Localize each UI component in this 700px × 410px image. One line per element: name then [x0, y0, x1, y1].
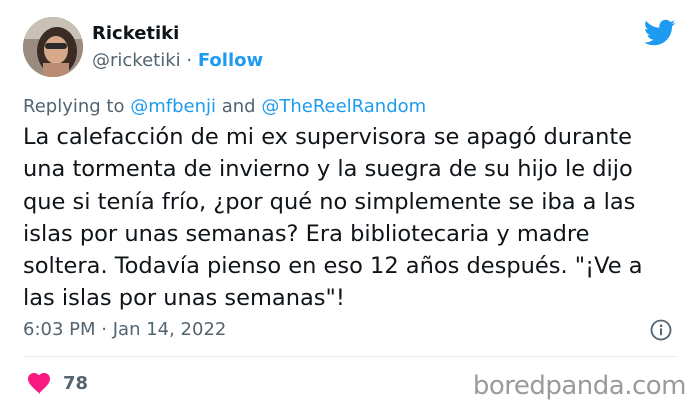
mention-mfbenji[interactable]: @mfbenji: [130, 96, 216, 117]
like-count[interactable]: 78: [63, 373, 88, 394]
tweet-date: Jan 14, 2022: [112, 319, 227, 340]
divider: [23, 356, 677, 357]
follow-button[interactable]: Follow: [198, 50, 263, 71]
replying-conjunction: and: [221, 96, 256, 117]
author-handle[interactable]: @ricketiki: [92, 50, 181, 71]
tweet-text: La calefacción de mi ex supervisora se a…: [23, 124, 643, 312]
author-handle-line: @ricketiki · Follow: [92, 50, 263, 71]
replying-to-line: Replying to @mfbenji and @TheReelRandom: [23, 96, 426, 117]
twitter-bird-icon[interactable]: [644, 19, 676, 47]
tweet-timestamp[interactable]: 6:03 PM · Jan 14, 2022: [23, 319, 226, 340]
timestamp-separator: ·: [101, 319, 107, 340]
avatar[interactable]: [23, 17, 83, 77]
heart-icon[interactable]: [27, 373, 51, 394]
replying-prefix: Replying to: [23, 96, 125, 117]
avatar-photo: [23, 17, 83, 77]
tweet-time: 6:03 PM: [23, 319, 96, 340]
mention-thereelrandom[interactable]: @TheReelRandom: [261, 96, 426, 117]
info-icon[interactable]: [650, 319, 672, 341]
handle-separator: ·: [186, 50, 193, 71]
author-display-name[interactable]: Ricketiki: [92, 23, 179, 44]
watermark: boredpanda.com: [472, 371, 687, 401]
